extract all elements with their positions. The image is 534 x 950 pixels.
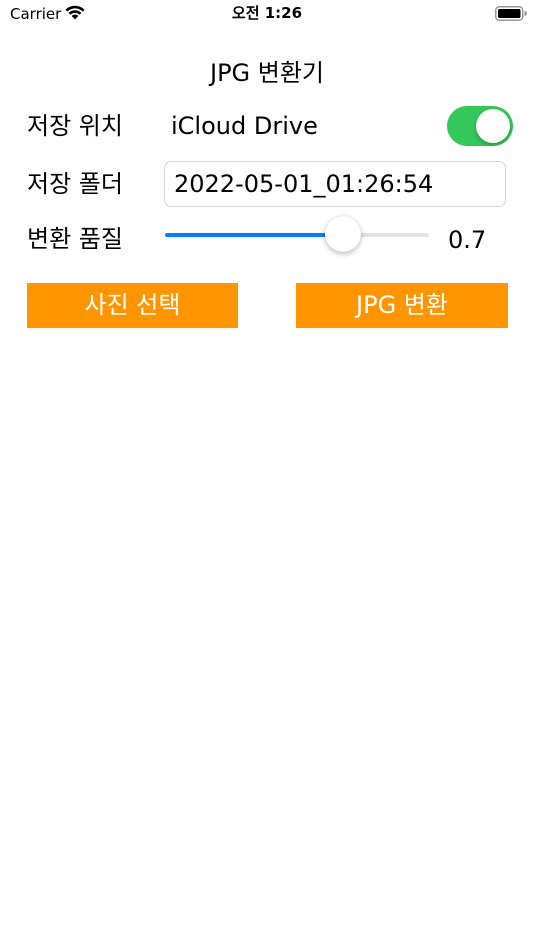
location-label: 저장 위치 bbox=[27, 112, 123, 140]
status-time: 오전 1:26 bbox=[231, 4, 303, 22]
slider-fill bbox=[165, 233, 343, 237]
battery-icon bbox=[495, 6, 527, 21]
icloud-toggle[interactable] bbox=[447, 106, 513, 146]
select-photo-button[interactable]: 사진 선택 bbox=[27, 283, 238, 328]
convert-jpg-button[interactable]: JPG 변환 bbox=[296, 283, 508, 328]
folder-name-input[interactable] bbox=[164, 161, 506, 207]
slider-thumb[interactable] bbox=[324, 216, 361, 252]
quality-label: 변환 품질 bbox=[27, 225, 123, 253]
folder-label: 저장 폴더 bbox=[27, 170, 123, 198]
app-screen: Carrier 오전 1:26 JPG 변환기 저장 위치 iCloud Dri… bbox=[0, 0, 534, 950]
quality-slider[interactable] bbox=[165, 214, 429, 256]
page-title: JPG 변환기 bbox=[209, 59, 325, 87]
quality-value: 0.7 bbox=[448, 226, 487, 254]
location-value: iCloud Drive bbox=[171, 112, 318, 140]
toggle-knob bbox=[476, 109, 510, 143]
status-bar: Carrier 오전 1:26 bbox=[0, 0, 534, 30]
